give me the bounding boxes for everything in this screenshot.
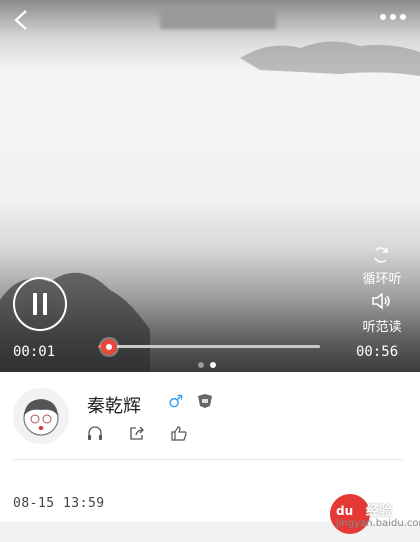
- pager-dot: [210, 362, 216, 368]
- male-gender-icon: ♂: [168, 392, 184, 412]
- post-date: 08-15 13:59: [13, 496, 105, 511]
- watermark-url: jingyan.baidu.com: [336, 518, 420, 529]
- total-time: 00:56: [356, 344, 399, 360]
- back-chevron-icon[interactable]: [10, 8, 34, 32]
- pager-dots: [198, 362, 216, 368]
- progress-thumb[interactable]: [101, 339, 118, 355]
- watermark-logo-text: du: [336, 504, 354, 518]
- cartoon-avatar-icon: [23, 399, 59, 436]
- level-badge-icon: [198, 394, 212, 408]
- audio-player: 循环听 听范读 00:01 00:56: [0, 0, 420, 372]
- author-name[interactable]: 秦乾辉: [87, 392, 141, 418]
- pause-button[interactable]: [13, 277, 67, 331]
- avatar[interactable]: [13, 388, 69, 444]
- divider: [13, 459, 403, 460]
- headphones-icon[interactable]: [86, 424, 104, 442]
- thumbs-up-icon[interactable]: [170, 424, 188, 442]
- share-icon[interactable]: [128, 424, 146, 442]
- progress-track[interactable]: [98, 345, 320, 348]
- more-dots-icon[interactable]: [380, 14, 406, 20]
- loop-icon[interactable]: [370, 244, 392, 266]
- current-time: 00:01: [13, 344, 56, 360]
- blurred-title: [160, 9, 276, 29]
- speaker-icon[interactable]: [370, 290, 392, 312]
- watermark-text: 经验: [366, 504, 393, 519]
- loop-listen-label[interactable]: 循环听: [356, 268, 408, 287]
- read-aloud-label[interactable]: 听范读: [356, 316, 408, 335]
- pager-dot: [198, 362, 204, 368]
